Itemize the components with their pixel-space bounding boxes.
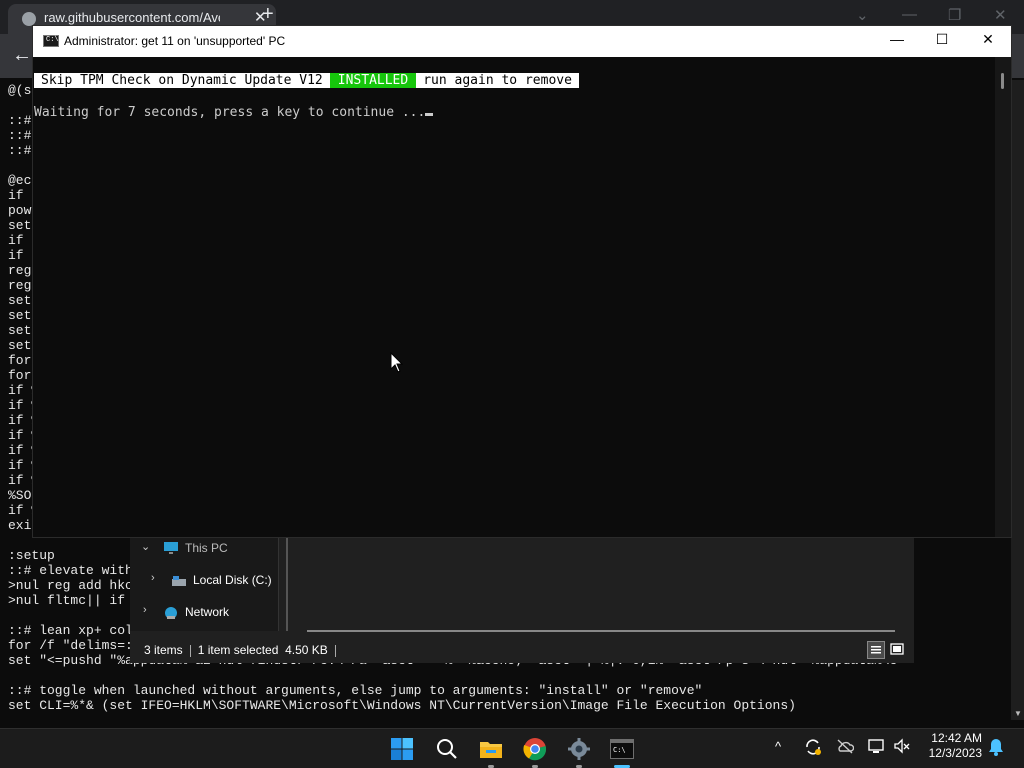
- settings-gear-icon: [568, 738, 590, 760]
- minimize-button[interactable]: —: [887, 31, 907, 47]
- browser-minimize-button[interactable]: —: [902, 6, 917, 23]
- nav-item-this-pc[interactable]: This PC: [163, 541, 228, 555]
- tab-search-icon[interactable]: ⌄: [856, 6, 869, 24]
- code-line: set CLI=%*& (set IFEO=HKLM\SOFTWARE\Micr…: [8, 698, 796, 713]
- nav-item-local-disk[interactable]: Local Disk (C:): [171, 573, 272, 587]
- network-icon: [165, 606, 177, 619]
- back-arrow-icon[interactable]: ←: [12, 44, 32, 67]
- wait-prompt: Waiting for 7 seconds, press a key to co…: [34, 105, 434, 121]
- status-size: 4.50 KB: [285, 643, 328, 657]
- status-banner: Skip TPM Check on Dynamic Update V12 INST…: [34, 73, 579, 89]
- chevron-right-icon[interactable]: ›: [143, 604, 147, 616]
- file-explorer-button[interactable]: [477, 735, 505, 763]
- onedrive-cloud-icon[interactable]: [836, 738, 854, 754]
- clock-time: 12:42 AM: [931, 731, 982, 745]
- pane-divider: [278, 537, 279, 631]
- installed-badge: INSTALLED: [329, 73, 417, 88]
- nav-item-label: This PC: [185, 541, 228, 555]
- file-explorer-window: ⌄ This PC › Local Disk (C:) › Network 3 …: [130, 537, 914, 663]
- tray-overflow-chevron[interactable]: ^: [775, 739, 781, 754]
- console-window[interactable]: C:\ Administrator: get 11 on 'unsupporte…: [33, 26, 1011, 537]
- github-favicon-icon: [22, 12, 36, 26]
- tiles-view-icon: [890, 643, 904, 655]
- text-cursor: [425, 113, 434, 116]
- details-view-icon: [871, 646, 881, 654]
- console-window-title: Administrator: get 11 on 'unsupported' P…: [64, 34, 286, 48]
- details-view-button[interactable]: [867, 641, 885, 659]
- search-button[interactable]: [433, 735, 461, 763]
- pane-splitter[interactable]: [286, 537, 288, 631]
- svg-text:C:\: C:\: [613, 746, 626, 754]
- horizontal-scrollbar[interactable]: [307, 630, 895, 632]
- tab-title: raw.githubusercontent.com/Ave: [44, 10, 220, 25]
- scrollbar-thumb[interactable]: [1001, 73, 1004, 89]
- terminal-icon: C:\: [610, 739, 634, 759]
- clock-date: 12/3/2023: [928, 746, 982, 760]
- sync-icon[interactable]: [804, 738, 822, 756]
- browser-restore-button[interactable]: ❐: [948, 6, 961, 24]
- browser-close-button[interactable]: ✕: [994, 6, 1007, 24]
- start-button[interactable]: [388, 735, 416, 763]
- banner-title: Skip TPM Check on Dynamic Update V12: [34, 73, 330, 88]
- banner-hint: run again to remove: [416, 73, 579, 88]
- file-explorer-icon: [480, 742, 502, 758]
- status-selected: 1 item selected: [197, 643, 279, 657]
- system-clock[interactable]: 12:42 AM 12/3/2023: [912, 731, 982, 761]
- console-output[interactable]: Skip TPM Check on Dynamic Update V12 INST…: [33, 57, 995, 537]
- code-line: ::# toggle when launched without argumen…: [8, 683, 703, 698]
- chevron-down-icon[interactable]: ⌄: [141, 540, 150, 553]
- search-icon: [437, 739, 457, 759]
- browser-scrollbar[interactable]: ▼: [1011, 80, 1024, 720]
- nav-item-network[interactable]: Network: [163, 605, 229, 620]
- drive-icon: [172, 575, 186, 586]
- maximize-button[interactable]: ☐: [932, 31, 952, 48]
- settings-button[interactable]: [565, 735, 593, 763]
- scroll-down-icon[interactable]: ▼: [1014, 709, 1022, 718]
- status-item-count: 3 items: [144, 643, 183, 657]
- taskbar: C:\ ^ 12:42 AM 12/3/2023: [0, 728, 1024, 768]
- chevron-right-icon[interactable]: ›: [151, 572, 155, 584]
- volume-muted-icon[interactable]: [893, 738, 911, 754]
- terminal-button[interactable]: C:\: [608, 735, 636, 763]
- nav-item-label: Network: [185, 605, 230, 619]
- status-bar: 3 items 1 item selected 4.50 KB: [144, 643, 343, 657]
- notification-bell-icon[interactable]: [988, 738, 1004, 756]
- console-title-bar[interactable]: C:\ Administrator: get 11 on 'unsupporte…: [33, 26, 1011, 57]
- chrome-button[interactable]: [521, 735, 549, 763]
- console-scrollbar[interactable]: [995, 57, 1011, 537]
- new-tab-button[interactable]: +: [262, 3, 274, 26]
- console-app-icon: C:\: [43, 35, 59, 47]
- network-status-icon[interactable]: [868, 738, 886, 754]
- large-icons-view-button[interactable]: [889, 641, 907, 659]
- computer-icon: [164, 542, 178, 555]
- mouse-pointer-icon: [390, 352, 404, 373]
- nav-item-label: Local Disk (C:): [193, 573, 272, 587]
- windows-start-icon: [391, 738, 413, 760]
- close-button[interactable]: ✕: [978, 31, 998, 48]
- chrome-icon: [523, 738, 547, 761]
- wait-text: Waiting for 7 seconds, press a key to co…: [34, 105, 426, 120]
